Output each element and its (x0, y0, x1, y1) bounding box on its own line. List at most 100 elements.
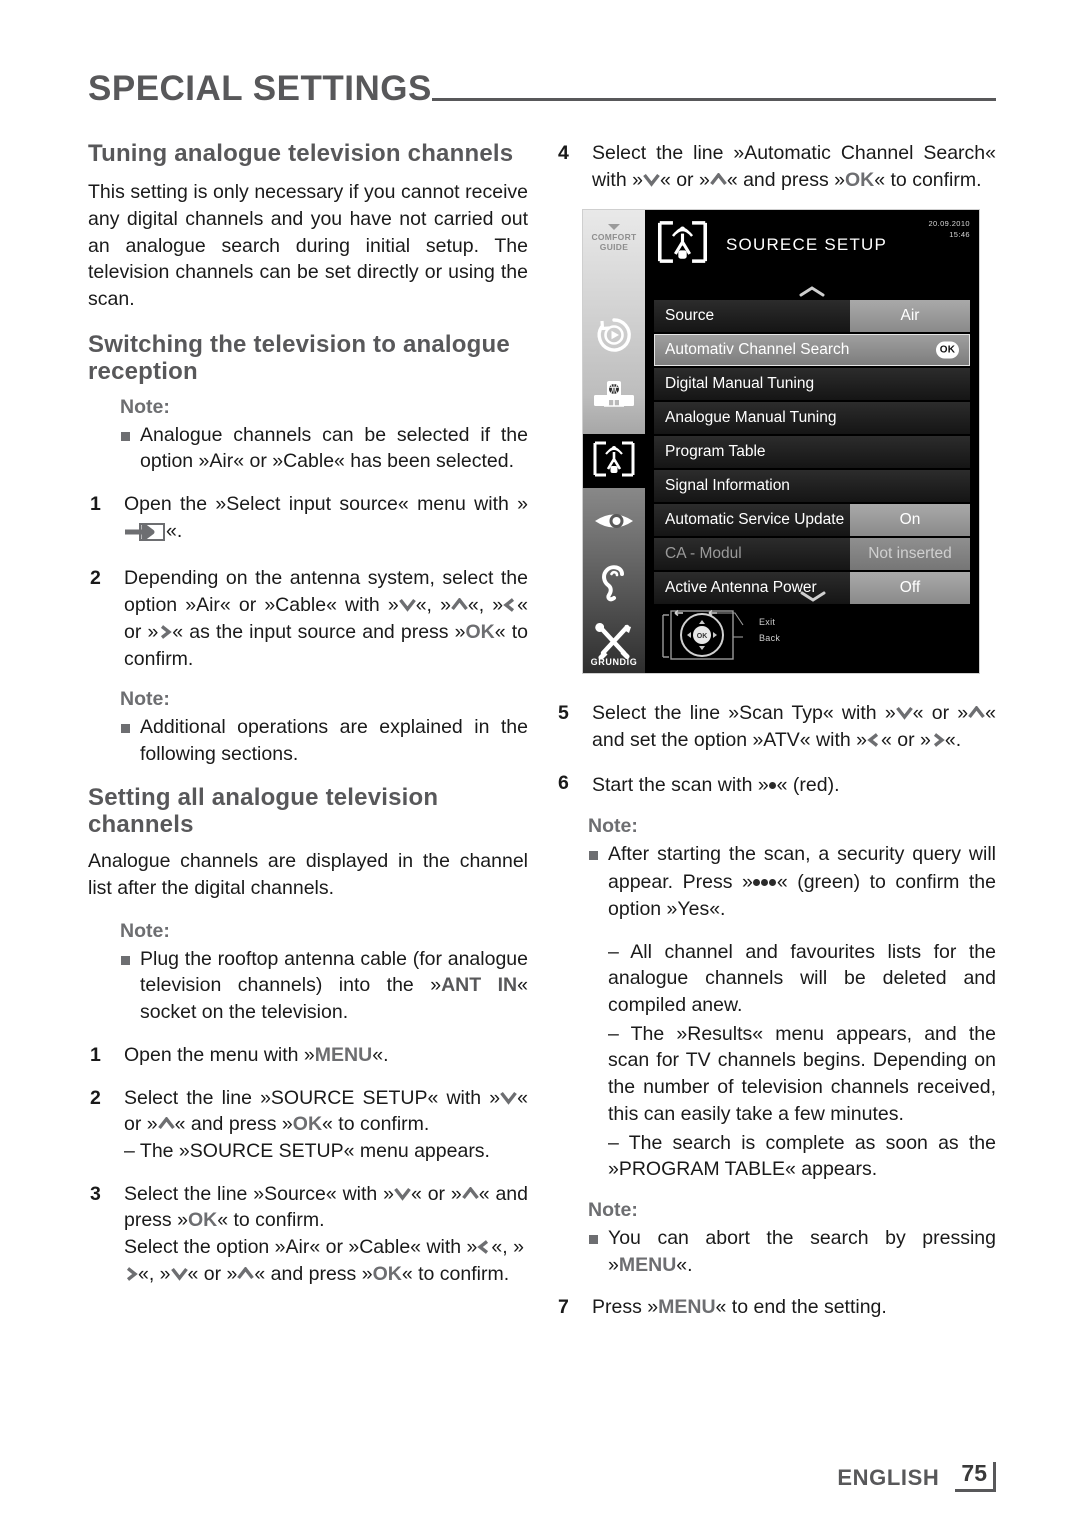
step-text-e: «. (944, 729, 962, 752)
menu-row-analogue-manual-tuning[interactable]: Analogue Manual Tuning (654, 402, 970, 434)
step-text-b: «, » (415, 594, 451, 617)
sidebar-item-sound[interactable] (583, 558, 645, 612)
dash-item: – All channel and favourites lists for t… (556, 939, 996, 1019)
page-number-box: 75 (955, 1462, 996, 1492)
ant-in-key-label: ANT IN (441, 974, 518, 997)
step-text-b: « or » (659, 168, 710, 191)
step-text-c: «, » (467, 594, 504, 617)
menu-row-signal-information[interactable]: Signal Information (654, 470, 970, 502)
arrow-down-key-icon (170, 1267, 188, 1281)
heading-switching-to-analogue-reception: Switching the television to analogue rec… (88, 330, 510, 386)
arrow-up-key-icon (157, 1117, 175, 1131)
menu-row-automatic-channel-search[interactable]: Automativ Channel Search OK (654, 334, 970, 366)
step-text-a: Press » (592, 1296, 659, 1319)
step-select-air-or-cable: 2 Depending on the antenna system, selec… (88, 565, 528, 672)
step-text-d: « to confirm. (874, 168, 982, 191)
page-header: SPECIAL SETTINGS (88, 58, 996, 106)
step-text-b: « (red). (776, 773, 840, 796)
sidebar-item-picture[interactable] (583, 496, 645, 550)
page-number: 75 (961, 1460, 987, 1486)
step-end-setting: 7 Press »MENU« to end the setting. (556, 1294, 996, 1321)
right-column: 4 Select the line »Automatic Channel Sea… (556, 140, 996, 1337)
note-text: Additional operations are explained in t… (140, 716, 528, 765)
step-text-b: «. (372, 1043, 389, 1066)
triangle-down-icon (608, 224, 620, 231)
menu-row-label: CA - Modul (654, 538, 850, 570)
step-text-b: « or » (410, 1182, 462, 1205)
dash-item: – The search is complete as soon as the … (556, 1130, 996, 1183)
tv-menu-title-block: SOURECE SETUP (655, 218, 887, 271)
note-item: Additional operations are explained in t… (88, 714, 528, 767)
tv-datetime: 20.09.2010 15:46 (928, 219, 970, 241)
step-select-automatic-channel-search: 4 Select the line »Automatic Channel Sea… (556, 140, 996, 193)
step-text-j: « to confirm. (401, 1262, 510, 1285)
step-text-a: Select the line »Scan Typ« with » (592, 702, 896, 725)
menu-key-label: MENU (658, 1296, 716, 1319)
menu-row-automatic-service-update[interactable]: Automatic Service Update On (654, 504, 970, 536)
step-text-f: «, » (491, 1236, 524, 1259)
note-text: Analogue channels can be selected if the… (140, 423, 528, 473)
step-select-source-setup: 2 Select the line »SOURCE SETUP« with » «… (88, 1085, 528, 1165)
note-item: Analogue channels can be selected if the… (88, 422, 528, 475)
ok-key-label: OK (845, 168, 875, 191)
paragraph-analogue-channel-list: Analogue channels are displayed in the c… (88, 850, 528, 900)
sidebar-item-input-source[interactable] (583, 372, 645, 426)
menu-row-value[interactable]: On (850, 504, 970, 536)
note-label: Note: (120, 919, 170, 942)
note-label: Note: (120, 395, 170, 418)
chevron-down-icon[interactable] (800, 589, 826, 607)
arrow-right-key-icon (158, 624, 173, 639)
arrow-down-key-icon (643, 173, 660, 187)
step-text-a: Start the scan with » (592, 773, 769, 796)
bullet-square-icon (121, 724, 130, 734)
step-number: 3 (90, 1182, 101, 1205)
step-text-d: « to confirm. (217, 1209, 325, 1232)
arrow-right-key-icon (931, 733, 945, 747)
note-text-b: «. (676, 1253, 693, 1276)
step-number: 7 (558, 1296, 569, 1319)
heading-tuning-analogue-tv-channels: Tuning analogue television channels (88, 140, 514, 167)
back-label: Back (759, 632, 781, 643)
arrow-left-key-icon (867, 733, 881, 747)
step-text-h: « or » (187, 1262, 238, 1285)
step-open-menu: 1 Open the menu with »MENU«. (88, 1042, 528, 1069)
menu-row-label: Automatic Service Update (654, 504, 850, 536)
language-label: ENGLISH (837, 1465, 940, 1490)
step-number: 1 (90, 1043, 101, 1066)
step-text-d: « to confirm. (322, 1113, 430, 1136)
bullet-square-icon (121, 955, 130, 965)
menu-row-label: Program Table (654, 436, 970, 468)
menu-row-source[interactable]: Source Air (654, 300, 970, 332)
manual-page: SPECIAL SETTINGS Tuning analogue televis… (0, 0, 1080, 1532)
step-text-a: Open the menu with » (124, 1043, 315, 1066)
tv-menu-list: Source Air Automativ Channel Search OK D… (654, 300, 970, 606)
arrow-left-key-icon (503, 598, 517, 612)
ok-badge[interactable]: OK (936, 341, 959, 359)
dash-item: – The »Results« menu appears, and the sc… (556, 1021, 996, 1128)
arrow-left-key-icon (477, 1240, 491, 1254)
sidebar-item-playback[interactable] (583, 310, 645, 364)
step-number: 2 (90, 567, 101, 590)
arrow-down-key-icon (895, 706, 913, 721)
menu-row-value: Not inserted (850, 538, 970, 570)
step-text-i: « and press » (254, 1262, 373, 1285)
tv-footer-key-labels: Exit Back (759, 615, 780, 646)
arrow-up-key-icon (451, 598, 468, 612)
step-text-g: «, » (138, 1262, 171, 1285)
header-rule (431, 98, 996, 101)
input-source-icon (592, 379, 636, 420)
menu-row-value[interactable]: Air (850, 300, 970, 332)
source-setup-antenna-icon (591, 439, 637, 484)
step-number: 5 (558, 702, 569, 725)
ok-key-label: OK (292, 1113, 323, 1136)
eye-picture-icon (593, 508, 635, 539)
note-item: After starting the scan, a security quer… (556, 841, 996, 923)
note-label: Note: (588, 814, 638, 837)
arrow-up-key-icon (461, 1186, 479, 1201)
menu-row-program-table[interactable]: Program Table (654, 436, 970, 468)
menu-row-digital-manual-tuning[interactable]: Digital Manual Tuning (654, 368, 970, 400)
left-column: Tuning analogue television channels This… (88, 140, 528, 1303)
sidebar-item-source-setup[interactable] (583, 434, 645, 489)
step-select-scan-typ: 5 Select the line »Scan Typ« with » « or … (556, 700, 996, 753)
arrow-up-key-icon (237, 1266, 255, 1281)
